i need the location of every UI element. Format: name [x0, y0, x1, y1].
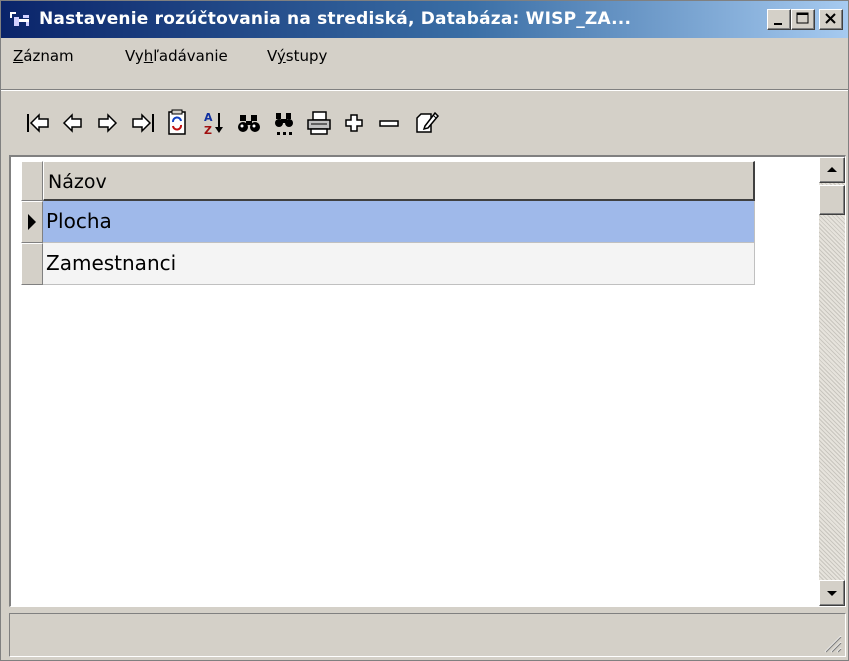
- status-bar: [9, 613, 846, 657]
- app-window: Nastavenie rozúčtovania na strediská, Da…: [0, 0, 849, 661]
- refresh-button[interactable]: [162, 108, 192, 138]
- find-button[interactable]: [234, 108, 264, 138]
- window-title: Nastavenie rozúčtovania na strediská, Da…: [39, 9, 632, 29]
- first-record-icon: [27, 113, 49, 133]
- menu-zaznam-post: áznam: [23, 47, 74, 65]
- scroll-thumb[interactable]: [819, 185, 845, 215]
- scroll-up-button[interactable]: [819, 157, 845, 183]
- svg-text:Z: Z: [204, 124, 212, 137]
- menu-vyhladavanie[interactable]: Vyhľadávanie: [125, 47, 228, 65]
- prev-record-button[interactable]: [58, 108, 88, 138]
- app-icon: [10, 12, 29, 26]
- menu-zaznam[interactable]: Záznam: [13, 47, 74, 65]
- delete-record-button[interactable]: [374, 108, 404, 138]
- vertical-scrollbar[interactable]: [819, 157, 845, 606]
- menu-vystupy-post: stupy: [285, 47, 328, 65]
- last-record-button[interactable]: [128, 108, 158, 138]
- table-row[interactable]: Plocha: [43, 201, 755, 243]
- edit-record-icon: [416, 111, 440, 133]
- close-button[interactable]: [819, 9, 843, 30]
- menu-vystupy-mnemonic: ý: [276, 47, 286, 65]
- menu-vystupy[interactable]: Výstupy: [267, 47, 327, 65]
- prev-record-icon: [62, 113, 82, 133]
- menu-vyhladavanie-post: ľadávanie: [153, 47, 228, 65]
- first-record-button[interactable]: [23, 108, 53, 138]
- sort-az-icon: A Z: [204, 111, 223, 137]
- menu-bar: Záznam Vyhľadávanie Výstupy: [1, 38, 848, 72]
- menu-vyhladavanie-pre: Vy: [125, 47, 144, 65]
- grid-body: Názov Plocha Zamestnanci: [11, 157, 817, 606]
- find-next-icon: [275, 113, 293, 135]
- header-indicator-cell: [21, 161, 43, 201]
- resize-grip-icon[interactable]: [821, 632, 843, 654]
- print-button[interactable]: [304, 108, 334, 138]
- row-indicator[interactable]: [21, 243, 43, 285]
- records-grid: Názov Plocha Zamestnanci: [9, 155, 846, 607]
- last-record-icon: [132, 113, 154, 133]
- edit-record-button[interactable]: [411, 108, 441, 138]
- menu-vystupy-pre: V: [267, 47, 277, 65]
- print-icon: [307, 111, 331, 135]
- arrow-up-icon: [827, 167, 837, 172]
- minimize-button[interactable]: [767, 9, 791, 30]
- menu-vyhladavanie-mnemonic: h: [143, 47, 154, 65]
- toolbar: A Z: [1, 94, 848, 154]
- table-row[interactable]: Zamestnanci: [43, 243, 755, 285]
- refresh-icon: [168, 109, 186, 135]
- column-header-nazov[interactable]: Názov: [43, 161, 755, 201]
- add-record-icon: [345, 114, 363, 132]
- maximize-button[interactable]: [791, 9, 815, 30]
- next-record-icon: [98, 113, 118, 133]
- svg-text:A: A: [204, 111, 213, 124]
- menu-zaznam-mnemonic: Z: [13, 47, 24, 65]
- next-record-button[interactable]: [92, 108, 122, 138]
- find-next-button[interactable]: [269, 108, 299, 138]
- arrow-down-icon: [827, 591, 837, 596]
- title-bar[interactable]: Nastavenie rozúčtovania na strediská, Da…: [1, 1, 848, 38]
- row-indicator-current[interactable]: [21, 201, 43, 243]
- current-row-arrow-icon: [28, 214, 36, 230]
- minimize-icon: [774, 23, 782, 25]
- find-icon: [238, 115, 260, 132]
- menu-separator: [1, 89, 848, 91]
- maximize-icon: [796, 12, 809, 24]
- add-record-button[interactable]: [339, 108, 369, 138]
- close-icon: [825, 13, 836, 24]
- scroll-down-button[interactable]: [819, 580, 845, 606]
- delete-record-icon: [379, 120, 399, 127]
- sort-az-button[interactable]: A Z: [198, 108, 228, 138]
